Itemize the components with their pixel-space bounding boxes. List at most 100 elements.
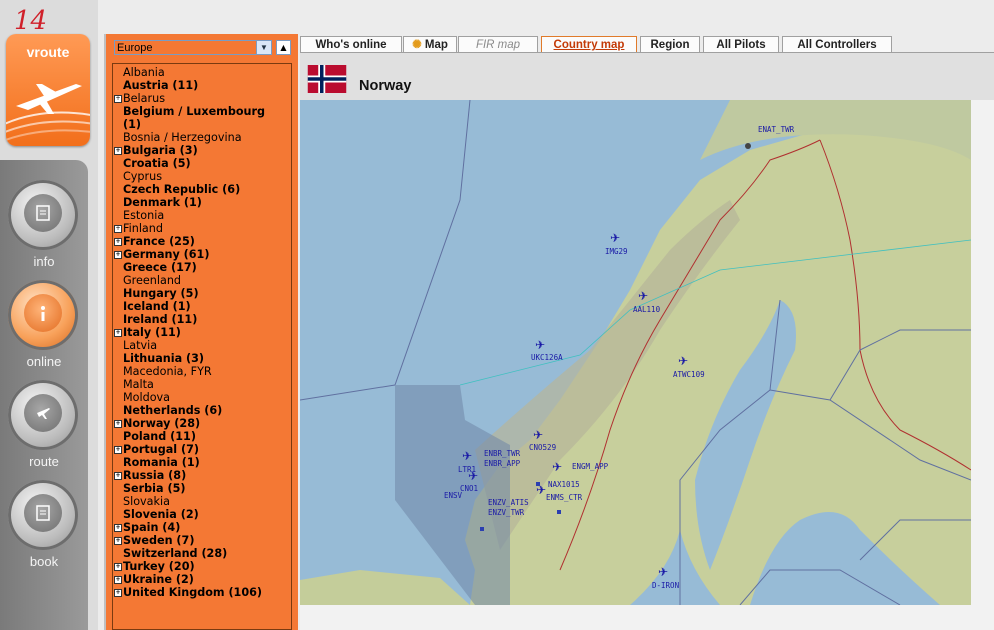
country-list-item[interactable]: + Spain (4) — [113, 521, 291, 534]
svg-text:ENZV_TWR: ENZV_TWR — [488, 508, 525, 517]
country-list-item[interactable]: Lithuania (3) — [113, 352, 291, 365]
tab-country-map[interactable]: Country map — [541, 36, 637, 53]
country-list-item[interactable]: Greenland — [113, 274, 291, 287]
country-list-item[interactable]: Bosnia / Herzegovina — [113, 131, 291, 144]
online-icon — [8, 280, 78, 350]
country-name: Slovakia — [123, 495, 170, 508]
country-list-item[interactable]: Macedonia, FYR — [113, 365, 291, 378]
country-list-item[interactable]: Greece (17) — [113, 261, 291, 274]
country-list-item[interactable]: + Finland — [113, 222, 291, 235]
country-list-item[interactable]: + Turkey (20) — [113, 560, 291, 573]
country-name: Slovenia (2) — [123, 508, 199, 521]
country-list-item[interactable]: + Bulgaria (3) — [113, 144, 291, 157]
country-list-item[interactable]: + France (25) — [113, 235, 291, 248]
svg-text:✈: ✈ — [610, 231, 620, 245]
country-list-item[interactable]: + Russia (8) — [113, 469, 291, 482]
expand-plus-icon[interactable]: + — [114, 446, 122, 454]
svg-text:ENBR_TWR: ENBR_TWR — [484, 449, 521, 458]
country-name: Ireland (11) — [123, 313, 198, 326]
country-list-item[interactable]: (1) — [113, 118, 291, 131]
country-list-item[interactable]: Belgium / Luxembourg — [113, 105, 291, 118]
country-list-item[interactable]: Cyprus — [113, 170, 291, 183]
tab-map[interactable]: ✺ Map — [403, 36, 457, 53]
region-select[interactable]: Europe ▼ — [114, 40, 272, 55]
country-name: Spain (4) — [123, 521, 181, 534]
tab-all-controllers[interactable]: All Controllers — [782, 36, 892, 53]
country-list-item[interactable]: Slovakia — [113, 495, 291, 508]
country-list-item[interactable]: Czech Republic (6) — [113, 183, 291, 196]
country-list-item[interactable]: + United Kingdom (106) — [113, 586, 291, 599]
expand-plus-icon[interactable]: + — [114, 147, 122, 155]
country-name: Iceland (1) — [123, 300, 191, 313]
svg-text:ENMS_CTR: ENMS_CTR — [546, 493, 583, 502]
expand-plus-icon[interactable]: + — [114, 329, 122, 337]
country-list-item[interactable]: Albania — [113, 66, 291, 79]
country-name: Poland (11) — [123, 430, 196, 443]
expand-plus-icon[interactable]: + — [114, 238, 122, 246]
tab-region[interactable]: Region — [640, 36, 700, 53]
country-list-item[interactable]: + Belarus — [113, 92, 291, 105]
controller-label-enzv-twr[interactable]: ENZV_TWR — [488, 508, 525, 517]
tab-label: All Controllers — [797, 39, 877, 51]
country-name: Italy (11) — [123, 326, 181, 339]
map-footer — [300, 605, 994, 630]
country-list-item[interactable]: + Italy (11) — [113, 326, 291, 339]
plane-icon — [8, 380, 78, 450]
controller-label-enbr-twr[interactable]: ENBR_TWR — [484, 449, 521, 458]
country-list-item[interactable]: Moldova — [113, 391, 291, 404]
expand-plus-icon[interactable]: + — [114, 537, 122, 545]
tab-whos-online[interactable]: Who's online — [300, 36, 402, 53]
country-name: Albania — [123, 66, 165, 79]
country-list-item[interactable]: Estonia — [113, 209, 291, 222]
flight-marker-nax1015[interactable]: NAX1015 — [548, 480, 580, 489]
country-list-item[interactable]: Switzerland (28) — [113, 547, 291, 560]
expand-plus-icon[interactable]: + — [114, 576, 122, 584]
controller-label-ensv[interactable]: ENSV — [444, 491, 463, 500]
country-list-item[interactable]: + Ukraine (2) — [113, 573, 291, 586]
country-list-item[interactable]: Malta — [113, 378, 291, 391]
flight-marker-img29[interactable]: ✈ IMG29 — [605, 231, 628, 256]
country-list-item[interactable]: Slovenia (2) — [113, 508, 291, 521]
country-map[interactable]: ENAT_TWR ✈ IMG29 ✈ AAL110 ✈ UKC126A ✈ ATWC10… — [300, 100, 971, 605]
expand-plus-icon[interactable]: + — [114, 524, 122, 532]
controller-label-enzv-atis[interactable]: ENZV_ATIS — [488, 498, 529, 507]
country-list-item[interactable]: Croatia (5) — [113, 157, 291, 170]
country-list-item[interactable]: + Portugal (7) — [113, 443, 291, 456]
chevron-down-icon[interactable]: ▼ — [256, 41, 271, 54]
svg-text:✈: ✈ — [638, 289, 648, 303]
tab-label: Map — [424, 39, 448, 51]
country-list-item[interactable]: Serbia (5) — [113, 482, 291, 495]
expand-plus-icon[interactable]: + — [114, 589, 122, 597]
nav-info[interactable]: info — [0, 180, 88, 278]
country-list-item[interactable]: Latvia — [113, 339, 291, 352]
expand-plus-icon[interactable]: + — [114, 472, 122, 480]
country-list-item[interactable]: Poland (11) — [113, 430, 291, 443]
expand-plus-icon[interactable]: + — [114, 563, 122, 571]
expand-plus-icon[interactable]: + — [114, 225, 122, 233]
tab-all-pilots[interactable]: All Pilots — [703, 36, 779, 53]
flight-marker-ukc126a[interactable]: ✈UKC126A — [531, 338, 563, 362]
country-list-item[interactable]: + Sweden (7) — [113, 534, 291, 547]
country-list-item[interactable]: Romania (1) — [113, 456, 291, 469]
nav-book[interactable]: book — [0, 480, 88, 578]
expand-plus-icon[interactable]: + — [114, 251, 122, 259]
nav-route[interactable]: route — [0, 380, 88, 478]
country-name: Serbia (5) — [123, 482, 186, 495]
country-list-item[interactable]: Austria (11) — [113, 79, 291, 92]
country-list-item[interactable]: + Norway (28) — [113, 417, 291, 430]
expand-plus-icon[interactable]: + — [114, 95, 122, 103]
svg-text:ENBR_APP: ENBR_APP — [484, 459, 521, 468]
collapse-up-icon[interactable]: ▲ — [276, 40, 291, 55]
expand-plus-icon[interactable]: + — [114, 420, 122, 428]
svg-text:AAL110: AAL110 — [633, 305, 661, 314]
country-list-item[interactable]: Hungary (5) — [113, 287, 291, 300]
svg-text:CNO1: CNO1 — [460, 484, 478, 493]
nav-online[interactable]: online — [0, 280, 88, 378]
country-list-item[interactable]: + Germany (61) — [113, 248, 291, 261]
country-list-item[interactable]: Iceland (1) — [113, 300, 291, 313]
vroute-logo[interactable]: vroute — [6, 34, 90, 146]
country-list-item[interactable]: Netherlands (6) — [113, 404, 291, 417]
country-list-item[interactable]: Denmark (1) — [113, 196, 291, 209]
country-list-item[interactable]: Ireland (11) — [113, 313, 291, 326]
controller-label-enbr-app[interactable]: ENBR_APP — [484, 459, 521, 468]
